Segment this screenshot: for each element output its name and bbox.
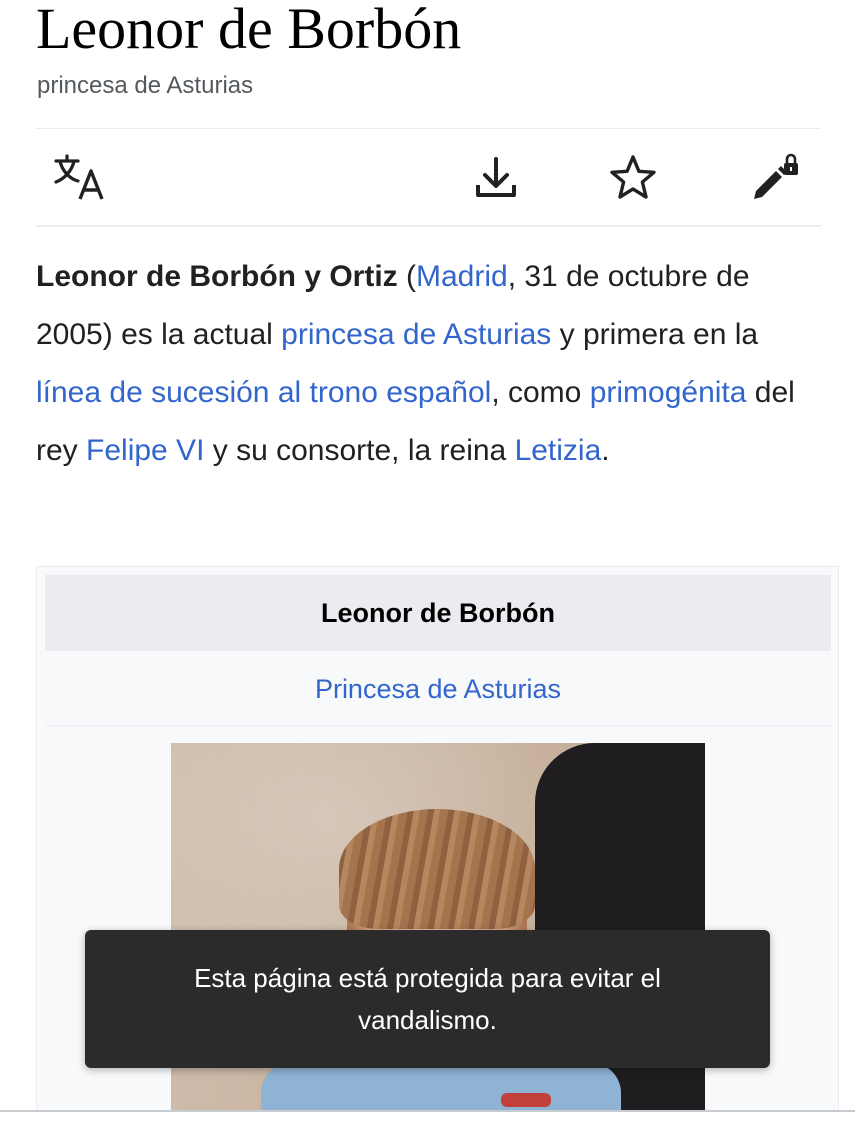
lead-text: y primera en la — [551, 318, 759, 351]
edit-protected-icon — [754, 153, 798, 199]
toast-message: Esta página está protegida para evitar e… — [194, 963, 661, 1035]
infobox-title-link[interactable]: Princesa de Asturias — [45, 659, 831, 726]
page-subtitle: princesa de Asturias — [37, 72, 254, 99]
language-button[interactable] — [50, 147, 110, 207]
download-icon — [476, 157, 516, 197]
link-letizia[interactable]: Letizia — [515, 434, 602, 467]
link-princesa-de-asturias[interactable]: princesa de Asturias — [281, 318, 551, 351]
page-actions-toolbar — [36, 129, 821, 225]
lead-text: . — [601, 434, 610, 467]
translate-icon — [54, 154, 104, 200]
edit-protected-button[interactable] — [744, 147, 804, 207]
photo-braided-hair — [339, 809, 535, 929]
page-title: Leonor de Borbón — [36, 0, 462, 61]
protection-toast[interactable]: Esta página está protegida para evitar e… — [85, 930, 770, 1068]
infobox-heading: Leonor de Borbón — [45, 575, 831, 651]
lead-paragraph: Leonor de Borbón y Ortiz (Madrid, 31 de … — [36, 248, 826, 480]
lead-text: y su consorte, la reina — [204, 434, 515, 467]
lead-text: ( — [397, 260, 416, 293]
download-button[interactable] — [466, 147, 526, 207]
link-madrid[interactable]: Madrid — [416, 260, 508, 293]
footer-area — [0, 1112, 855, 1140]
link-linea-de-sucesion[interactable]: línea de sucesión al trono español — [36, 376, 491, 409]
link-felipe-vi[interactable]: Felipe VI — [86, 434, 204, 467]
lead-subject: Leonor de Borbón y Ortiz — [36, 260, 398, 293]
watch-star-button[interactable] — [603, 147, 663, 207]
photo-blue-dress — [261, 1063, 621, 1113]
toolbar-divider-bottom — [36, 225, 821, 227]
lead-text: , como — [491, 376, 590, 409]
link-primogenita[interactable]: primogénita — [590, 376, 747, 409]
star-icon — [610, 155, 656, 199]
photo-red-detail — [501, 1093, 551, 1107]
